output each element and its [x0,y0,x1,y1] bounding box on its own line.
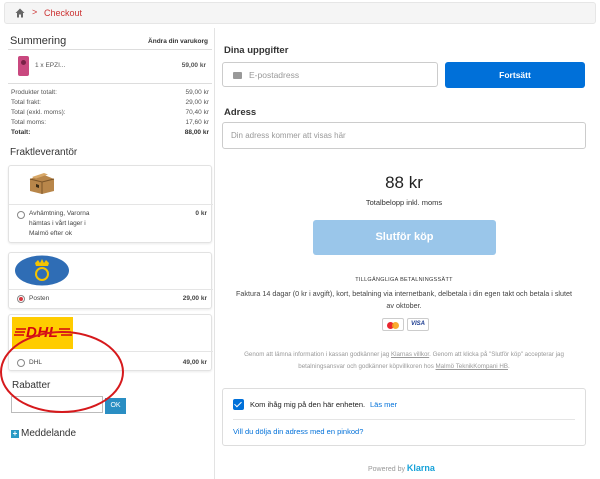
address-title: Adress [224,107,257,118]
shipping-option-label: Posten [29,295,50,302]
your-details-title: Dina uppgifter [224,45,289,56]
expand-plus-icon[interactable]: + [11,430,19,438]
annotation-ellipse [0,331,124,413]
read-more-link[interactable]: Läs mer [370,400,397,409]
shipping-option-pickup[interactable]: Avhämtning, Varorna hämtas i vårt lager … [8,165,213,243]
shipping-option-price: 49,00 kr [182,359,207,366]
shipping-label-line: Malmö efter ok [29,230,72,237]
edit-cart-link[interactable]: Ändra din varukorg [148,38,208,45]
totals-label: Total moms: [11,119,47,126]
payment-methods-description: Faktura 14 dagar (0 kr i avgift), kort, … [235,289,572,310]
address-field: Din adress kommer att visas här [222,122,586,149]
shipping-title: Fraktleverantör [10,147,78,158]
remember-me-label[interactable]: Kom ihåg mig på den här enheten. [250,400,365,409]
klarna-logo: Klarna [406,463,435,473]
shipping-radio[interactable] [17,211,25,219]
continue-button[interactable]: Fortsätt [445,62,585,88]
klarna-terms-link[interactable]: Klarnas villkor [391,351,429,358]
remember-me-checkbox[interactable] [233,399,244,410]
column-divider [214,28,215,479]
totals-table: Produkter totalt: 59,00 kr Total frakt: 29… [11,88,209,138]
mastercard-circle [392,322,399,329]
mail-icon [233,72,242,79]
breadcrumb-current[interactable]: Checkout [44,8,82,18]
totals-row: Total moms: 17,60 kr [11,118,209,128]
totals-label: Produkter totalt: [11,89,57,96]
totals-row: Total frakt: 29,00 kr [11,98,209,108]
totals-label: Totalt: [11,129,31,136]
divider [9,289,213,290]
product-price: 59,00 kr [181,62,206,69]
totals-value: 17,60 kr [185,119,210,126]
divider [8,83,212,84]
totals-value: 88,00 kr [184,129,209,136]
powered-by-text: Powered by [368,466,405,473]
terms-text: Genom att lämna information i kassan god… [236,349,572,373]
posten-logo [15,255,69,286]
totals-row: Total (exkl. moms): 70,40 kr [11,108,209,118]
email-field[interactable]: E-postadress [222,62,438,87]
product-thumbnail [18,56,29,76]
package-icon [29,173,55,194]
summary-title: Summering [10,35,67,47]
mastercard-icon [382,318,404,331]
product-name[interactable]: 1 x EPZI... [35,62,65,69]
remember-me-panel: Kom ihåg mig på den här enheten. Läs mer… [222,388,586,446]
totals-row: Produkter totalt: 59,00 kr [11,88,209,98]
shipping-label-line: Avhämtning, Varorna [29,210,90,217]
complete-purchase-button[interactable]: Slutför köp [313,220,496,255]
shipping-option-price: 29,00 kr [182,295,207,302]
message-toggle[interactable]: Meddelande [21,428,76,439]
home-icon[interactable] [15,8,25,18]
totals-label: Total (exkl. moms): [11,109,66,116]
totals-value: 70,40 kr [185,109,210,116]
totals-value: 59,00 kr [185,89,210,96]
visa-text: VISA [410,321,425,327]
payment-methods-title: TILLGÄNGLIGA BETALNINGSSÄTT [355,277,453,283]
shipping-label-line: hämtas i vårt lager i [29,220,86,227]
divider [9,204,213,205]
terms-part: Genom att lämna information i kassan god… [244,351,390,358]
powered-by-klarna: Powered by Klarna [368,463,435,473]
divider [8,49,212,50]
shipping-radio[interactable] [17,295,25,303]
grand-total-row: Totalt: 88,00 kr [11,128,209,138]
discount-ok-button[interactable]: OK [105,398,126,414]
totals-label: Total frakt: [11,99,41,106]
shipping-option-label: Avhämtning, Varorna hämtas i vårt lager … [29,209,89,239]
total-amount: 88 kr [385,173,423,192]
total-amount-caption: Totalbelopp inkl. moms [365,198,443,207]
terms-part: . [507,363,510,370]
visa-icon: VISA [407,318,429,331]
shipping-option-price: 0 kr [195,210,207,217]
totals-value: 29,00 kr [185,99,210,106]
divider [233,419,575,420]
merchant-terms-link[interactable]: Malmö TeknikKompani HB [436,363,508,370]
breadcrumb-separator: > [32,7,38,17]
email-placeholder: E-postadress [249,70,300,80]
breadcrumb: > Checkout [4,2,596,24]
hide-address-link[interactable]: Vill du dölja din adress med en pinkod? [233,427,363,436]
address-placeholder: Din adress kommer att visas här [231,131,346,140]
shipping-option-posten[interactable]: Posten 29,00 kr [8,252,213,309]
